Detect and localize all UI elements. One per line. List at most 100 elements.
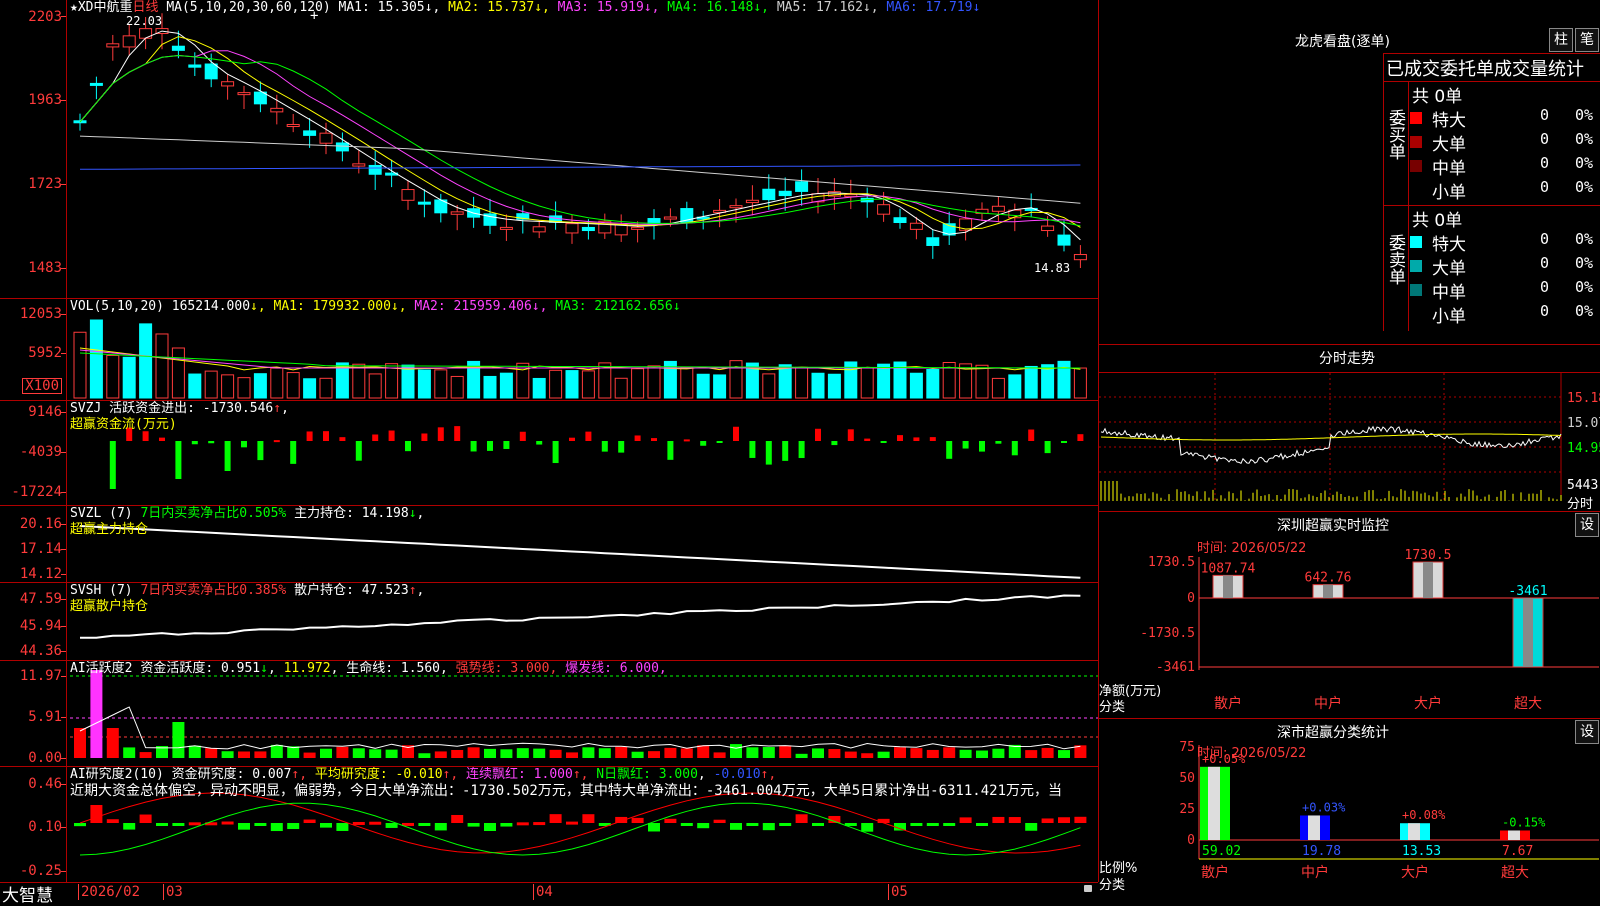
volume-bar [1008,374,1022,399]
activity-bar [877,751,890,758]
volume-bar [909,372,923,399]
change-label: -0.15% [1502,815,1546,829]
ma-line [79,164,1081,170]
flow-bar [618,441,625,453]
research-bar [287,823,300,830]
volume-bar [762,373,776,399]
vol-panel[interactable]: 12053 5952 X100 VOL(5,10,20) 165214.000↓… [0,299,1098,401]
ai2-comment: 近期大资金总体偏空，异动不明显，偏弱势，今日大单净流出：-1730.502万元，… [70,783,1063,799]
ma-group: MA(5,10,20,30,60,120) [166,0,331,15]
realtime-bar-shade [1223,575,1233,598]
kline-header: ★XD中航重日线 MA(5,10,20,30,60,120) MA1: 15.3… [70,0,980,16]
activity-bar [123,747,136,758]
category-label: 超大 [1501,865,1529,881]
realtime-bar-shade [1423,562,1433,598]
research-bar [336,823,349,831]
research-bar [779,823,792,826]
period-label[interactable]: 日线 [132,0,158,15]
kline-chart[interactable] [0,0,1098,298]
volume-bar [926,369,940,399]
y-tick-label: -1730.5 [1140,626,1195,641]
lhb-row-pct: 0% [1575,178,1594,196]
candle-body [877,204,891,215]
lhb-panel: 龙虎看盘(逐单) 柱 笔 已成交委托单成交量统计 委买单 委卖单 共 0单 共 … [1099,0,1600,345]
svsh-panel[interactable]: 47.59 45.94 44.36 SVSH (7) 7日内买卖净占比0.385… [0,583,1098,661]
research-bar [139,814,152,823]
ai1-strong: 强势线: 3.000 [455,661,550,676]
svsh-header: SVSH (7) 7日内买卖净占比0.385% 散户持仓: 47.523↑, 超… [70,583,425,614]
lhb-row-pct: 0% [1575,230,1594,248]
candle-body [729,205,743,209]
activity-bar [172,722,185,758]
activity-bar [1058,750,1070,758]
activity-bar [1025,750,1038,758]
volume-bar [286,372,300,399]
research-bar [795,814,808,823]
activity-bar [664,747,677,758]
bar-view-button[interactable]: 柱 [1549,28,1573,52]
flow-bar [470,441,477,452]
ai2-last: -0.010 [713,767,761,782]
candle-body [139,28,153,39]
realtime-bar-shade [1323,584,1333,598]
intraday-chart[interactable] [1099,345,1600,511]
candle-body [1041,225,1055,232]
y-tick-label: 25 [1179,802,1195,817]
volume-bar [1024,365,1038,399]
volume-bar [303,378,317,399]
kline-panel[interactable]: 2203 1963 1723 1483 ★XD中航重日线 MA(5,10,20,… [0,0,1098,299]
svzl-header: SVZL (7) 7日内买卖净占比0.505% 主力持仓: 14.198↓, 超… [70,506,425,537]
ma-value: MA1: 15.305↓, [338,0,441,15]
volume-bar [795,366,809,399]
flow-bar [569,437,575,441]
intraday-panel[interactable]: 分时走势 15.18 15.07 14.95 5443 分时 [1099,345,1600,512]
svzj-panel[interactable]: 9146 -4039 -17224 SVZJ 活跃资金进出: -1730.546… [0,401,1098,506]
flow-bar [487,441,493,451]
y-tick-label: 1730.5 [1148,555,1195,570]
candle-body [368,164,382,175]
candle-body [171,45,185,51]
activity-bar [254,751,267,758]
flow-bar [733,426,739,441]
research-bar [1008,817,1021,823]
volume-bar [401,364,415,399]
activity-bar [598,748,611,758]
research-bar [762,823,775,831]
candle-body [352,163,366,167]
lhb-row-name: 特大 [1432,111,1466,131]
ma-line [79,54,1081,227]
volume-bar [975,364,989,399]
activity-bar [615,746,628,758]
ai-research-panel[interactable]: 0.46 0.10 -0.25 AI研究度2(10) 资金研究度: 0.007↑… [0,767,1098,882]
activity-bar [434,751,447,758]
pen-view-button[interactable]: 笔 [1575,28,1599,52]
ai2-header: AI研究度2(10) 资金研究度: 0.007↑, 平均研究度: -0.010↑… [70,767,1063,799]
lhb-row-count: 0 [1540,230,1550,248]
candle-body [319,132,333,144]
volume-bar [237,377,251,399]
flow-bar [946,441,953,459]
lhb-row-count: 0 [1540,106,1550,124]
volume-bar [188,373,202,399]
svzl-panel[interactable]: 20.16 17.14 14.12 SVZL (7) 7日内买卖净占比0.505… [0,506,1098,583]
research-bar [238,823,250,830]
lhb-title: 龙虎看盘(逐单) [1295,34,1390,50]
research-bar [500,823,513,827]
bar-value-label: -3461 [1508,584,1547,599]
research-bar [746,823,759,826]
realtime-panel: 深圳超赢实时监控 设 时间: 2026/05/22 1730.5 0 -1730.5… [1099,512,1600,719]
color-swatch [1410,260,1422,272]
y-tick-label: 0 [1187,833,1195,848]
ma-value: MA1: 179932.000↓, [273,299,407,314]
lock-icon[interactable] [1084,885,1092,892]
ai-activity-panel[interactable]: 11.97 5.91 0.00 AI活跃度2 资金活跃度: 0.951↓, 11… [0,661,1098,767]
flow-bar [437,427,444,441]
lhb-table: 已成交委托单成交量统计 委买单 委卖单 共 0单 共 0单 特大 0 0% 大单 0 0%… [1383,53,1600,331]
candle-body [417,201,431,205]
color-swatch [1410,136,1422,148]
buy-total: 共 0单 [1412,87,1463,107]
research-bar [976,823,988,826]
flow-bar [995,441,1002,444]
price-line [1100,425,1562,464]
research-bar [697,823,710,829]
